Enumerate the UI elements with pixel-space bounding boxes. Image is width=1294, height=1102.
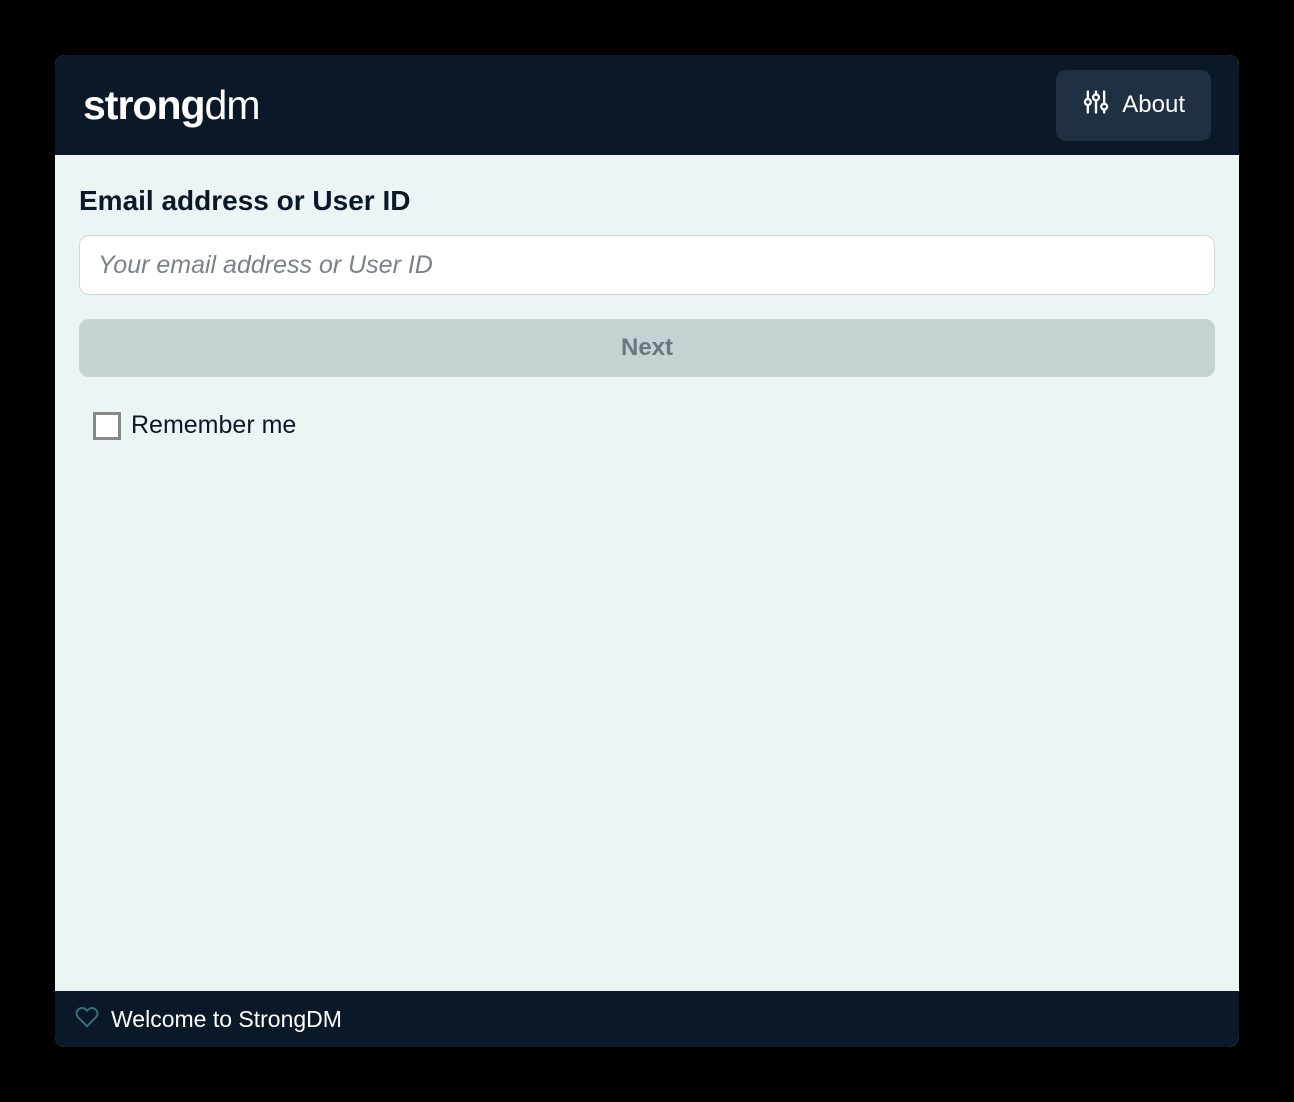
logo-dm-text: dm: [205, 82, 260, 129]
header: strongdm About: [55, 55, 1239, 155]
remember-me-label: Remember me: [131, 411, 296, 440]
about-button[interactable]: About: [1056, 70, 1211, 141]
sliders-icon: [1082, 88, 1110, 123]
remember-me-row: Remember me: [79, 411, 1215, 440]
footer: Welcome to StrongDM: [55, 991, 1239, 1047]
main-content: Email address or User ID Next Remember m…: [55, 155, 1239, 991]
next-button[interactable]: Next: [79, 319, 1215, 377]
app-window: strongdm About Email address or User: [55, 55, 1239, 1047]
logo: strongdm: [83, 82, 260, 129]
remember-me-checkbox[interactable]: [93, 412, 121, 440]
email-input[interactable]: [79, 235, 1215, 295]
footer-welcome-text: Welcome to StrongDM: [111, 1006, 342, 1033]
logo-strong-text: strong: [83, 82, 205, 129]
heart-icon: [75, 1005, 99, 1034]
about-button-label: About: [1122, 91, 1185, 119]
email-label: Email address or User ID: [79, 185, 1215, 217]
